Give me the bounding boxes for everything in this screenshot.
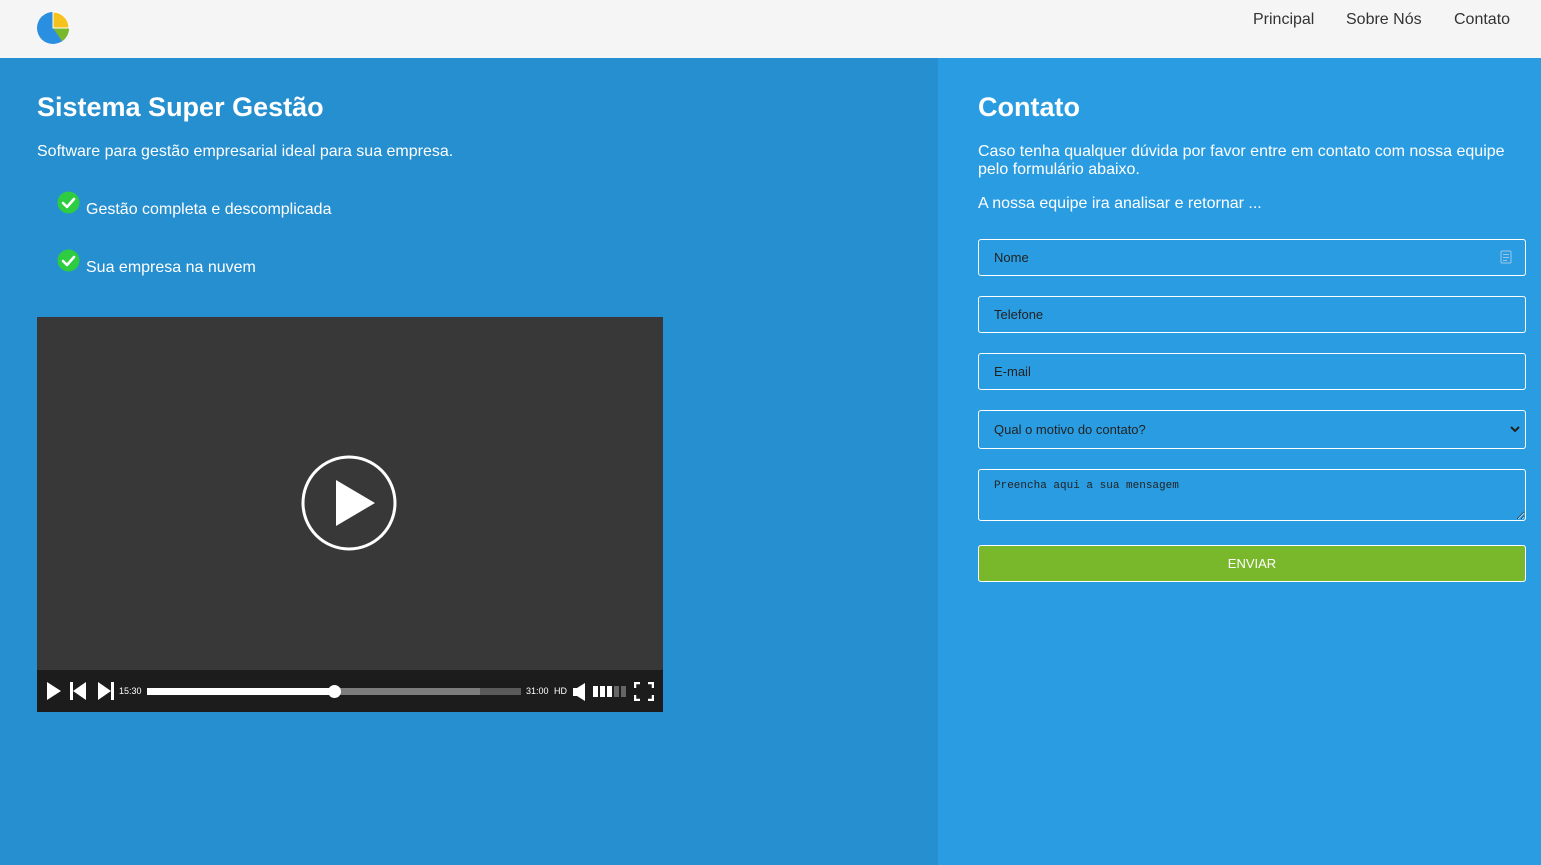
nav-link-principal[interactable]: Principal <box>1253 11 1314 29</box>
video-controls-bar: 15:30 31:00 HD <box>37 670 663 712</box>
contact-description-followup: A nossa equipe ira analisar e retornar .… <box>978 195 1262 212</box>
autofill-icon <box>1500 250 1512 264</box>
contact-description: Caso tenha qualquer dúvida por favor ent… <box>978 143 1505 178</box>
name-input[interactable] <box>978 239 1526 276</box>
volume-bar[interactable] <box>600 686 605 697</box>
volume-level-bars[interactable] <box>593 686 627 697</box>
nav-link-sobre-nos[interactable]: Sobre Nós <box>1346 11 1422 29</box>
email-input[interactable] <box>978 353 1526 390</box>
check-circle-icon <box>57 191 80 214</box>
volume-icon[interactable] <box>573 683 589 701</box>
video-current-time: 15:30 <box>119 686 142 696</box>
submit-button[interactable]: ENVIAR <box>978 545 1526 582</box>
video-duration: 31:00 <box>526 686 549 696</box>
play-icon[interactable] <box>47 682 61 700</box>
video-progress-handle[interactable] <box>328 685 341 698</box>
contact-reason-select[interactable]: Qual o motivo do contato? <box>978 410 1526 449</box>
top-navbar: Principal Sobre Nós Contato <box>0 0 1541 58</box>
check-circle-icon <box>57 249 80 272</box>
nav-link-contato[interactable]: Contato <box>1454 11 1510 29</box>
video-player[interactable]: 15:30 31:00 HD <box>37 317 663 712</box>
skip-back-icon[interactable] <box>70 682 86 700</box>
page-subtitle: Software para gestão empresarial ideal p… <box>37 143 454 160</box>
contact-panel <box>938 58 1541 865</box>
volume-bar[interactable] <box>614 686 619 697</box>
feature-item: Gestão completa e descomplicada <box>86 201 332 218</box>
hd-quality-toggle[interactable]: HD <box>554 686 567 696</box>
video-progress-bar[interactable] <box>147 685 521 698</box>
volume-bar[interactable] <box>621 686 626 697</box>
feature-item: Sua empresa na nuvem <box>86 259 256 276</box>
volume-bar[interactable] <box>593 686 598 697</box>
page-title: Sistema Super Gestão <box>37 92 324 122</box>
contact-title: Contato <box>978 92 1080 122</box>
play-circle-icon[interactable] <box>301 455 397 551</box>
pie-chart-logo-icon[interactable] <box>36 11 70 45</box>
volume-bar[interactable] <box>607 686 612 697</box>
skip-forward-icon[interactable] <box>98 682 114 700</box>
phone-input[interactable] <box>978 296 1526 333</box>
fullscreen-icon[interactable] <box>634 682 654 701</box>
message-textarea[interactable] <box>978 469 1526 521</box>
video-progress-fill <box>147 688 334 695</box>
